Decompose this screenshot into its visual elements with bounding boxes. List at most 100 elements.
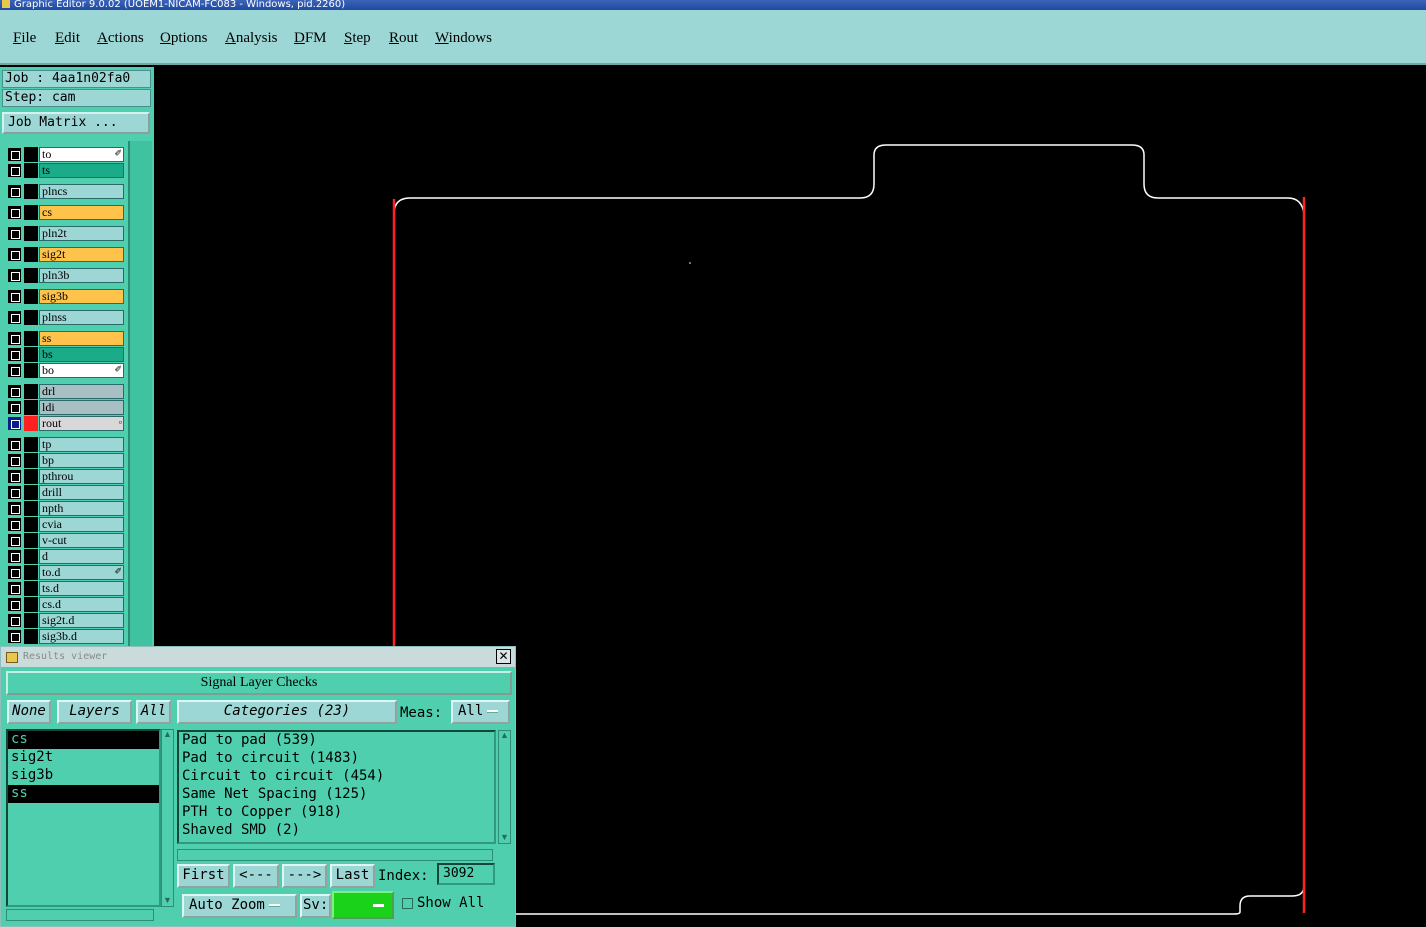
show-all-checkbox[interactable] <box>402 898 413 909</box>
menu-file[interactable]: File <box>13 30 36 47</box>
layer-color-swatch[interactable] <box>24 549 38 564</box>
layer-toggle[interactable] <box>8 417 21 430</box>
layer-name[interactable]: drl <box>39 384 124 399</box>
layer-row-sig3b[interactable]: sig3b <box>5 289 124 304</box>
layer-toggle[interactable] <box>8 227 21 240</box>
layer-toggle[interactable] <box>8 566 21 579</box>
list-item[interactable]: Same Net Spacing (125) <box>179 786 494 804</box>
menu-windows[interactable]: Windows <box>435 30 492 47</box>
layer-toggle[interactable] <box>8 614 21 627</box>
layer-toggle[interactable] <box>8 206 21 219</box>
layer-name[interactable]: cs <box>39 205 124 220</box>
list-item[interactable]: cs <box>8 731 159 749</box>
layer-row-plncs[interactable]: plncs <box>5 184 124 199</box>
layer-row-to.d[interactable]: to.d ✐ <box>5 565 124 580</box>
scroll-up-icon[interactable]: ▲ <box>163 730 172 740</box>
menu-options[interactable]: Options <box>160 30 208 47</box>
layer-toggle[interactable] <box>8 401 21 414</box>
layer-toggle[interactable] <box>8 550 21 563</box>
layer-row-cs[interactable]: cs <box>5 205 124 220</box>
next-button[interactable]: ---> <box>282 864 327 888</box>
layer-color-swatch[interactable] <box>24 437 38 452</box>
layer-row-sig2t[interactable]: sig2t <box>5 247 124 262</box>
layer-toggle[interactable] <box>8 164 21 177</box>
layer-name[interactable]: plnss <box>39 310 124 325</box>
layer-row-pthrou[interactable]: pthrou <box>5 469 124 484</box>
layer-toggle[interactable] <box>8 518 21 531</box>
layers-button[interactable]: Layers <box>57 700 132 724</box>
layer-toggle[interactable] <box>8 470 21 483</box>
layer-color-swatch[interactable] <box>24 163 38 178</box>
job-matrix-button[interactable]: Job Matrix ... <box>2 112 150 134</box>
layer-name[interactable]: pln2t <box>39 226 124 241</box>
layer-row-bo[interactable]: bo ✐ <box>5 363 124 378</box>
layer-color-swatch[interactable] <box>24 184 38 199</box>
layer-toggle[interactable] <box>8 534 21 547</box>
list-item[interactable]: Pad to circuit (1483) <box>179 750 494 768</box>
layer-name[interactable]: to <box>39 147 124 162</box>
layer-color-swatch[interactable] <box>24 268 38 283</box>
layer-color-swatch[interactable] <box>24 289 38 304</box>
layer-toggle[interactable] <box>8 290 21 303</box>
layer-list-scrollbar[interactable] <box>128 141 152 647</box>
layer-color-swatch[interactable] <box>24 416 38 431</box>
layer-color-swatch[interactable] <box>24 533 38 548</box>
layer-row-rout[interactable]: rout ▫ <box>5 416 124 431</box>
prev-button[interactable]: <--- <box>233 864 279 888</box>
layer-row-ts.d[interactable]: ts.d <box>5 581 124 596</box>
layer-name[interactable]: v-cut <box>39 533 124 548</box>
layer-toggle[interactable] <box>8 454 21 467</box>
layer-name[interactable]: sig2t <box>39 247 124 262</box>
layer-row-drl[interactable]: drl <box>5 384 124 399</box>
layer-toggle[interactable] <box>8 332 21 345</box>
layer-color-swatch[interactable] <box>24 581 38 596</box>
list-item[interactable]: Pad to pad (539) <box>179 732 494 750</box>
layer-name[interactable]: tp <box>39 437 124 452</box>
layer-name[interactable]: bs <box>39 347 124 362</box>
layer-row-d[interactable]: d <box>5 549 124 564</box>
layer-row-drill[interactable]: drill <box>5 485 124 500</box>
menu-actions[interactable]: Actions <box>97 30 144 47</box>
layer-color-swatch[interactable] <box>24 363 38 378</box>
layer-toggle[interactable] <box>8 438 21 451</box>
list-item[interactable]: ss <box>8 785 159 803</box>
layer-row-cvia[interactable]: cvia <box>5 517 124 532</box>
layer-color-swatch[interactable] <box>24 453 38 468</box>
layer-color-swatch[interactable] <box>24 501 38 516</box>
close-icon[interactable]: ✕ <box>496 649 511 664</box>
layer-color-swatch[interactable] <box>24 331 38 346</box>
layer-toggle[interactable] <box>8 311 21 324</box>
layer-name[interactable]: bp <box>39 453 124 468</box>
layer-toggle[interactable] <box>8 385 21 398</box>
layer-toggle[interactable] <box>8 269 21 282</box>
scroll-up-icon[interactable]: ▲ <box>500 731 509 741</box>
layer-row-ss[interactable]: ss <box>5 331 124 346</box>
layer-name[interactable]: rout <box>39 416 124 431</box>
categories-vscrollbar[interactable]: ▲ ▼ <box>498 730 511 844</box>
layer-toggle[interactable] <box>8 582 21 595</box>
layer-color-swatch[interactable] <box>24 565 38 580</box>
layer-color-swatch[interactable] <box>24 629 38 644</box>
layer-color-swatch[interactable] <box>24 147 38 162</box>
index-field[interactable]: 3092 <box>437 863 495 885</box>
layer-name[interactable]: ts.d <box>39 581 124 596</box>
layer-row-cs.d[interactable]: cs.d <box>5 597 124 612</box>
layer-row-ldi[interactable]: ldi <box>5 400 124 415</box>
layer-color-swatch[interactable] <box>24 597 38 612</box>
layer-toggle[interactable] <box>8 348 21 361</box>
layer-name[interactable]: ldi <box>39 400 124 415</box>
layer-row-sig2t.d[interactable]: sig2t.d <box>5 613 124 628</box>
layer-toggle[interactable] <box>8 364 21 377</box>
layer-row-bs[interactable]: bs <box>5 347 124 362</box>
layer-list-hscrollbar[interactable] <box>6 909 154 921</box>
layers-none-button[interactable]: None <box>7 700 51 724</box>
layer-toggle[interactable] <box>8 502 21 515</box>
categories-list[interactable]: Pad to pad (539) Pad to circuit (1483) Cir… <box>177 730 496 844</box>
layer-name[interactable]: to.d <box>39 565 124 580</box>
categories-hscrollbar[interactable] <box>177 849 493 861</box>
layer-color-swatch[interactable] <box>24 384 38 399</box>
layer-row-sig3b.d[interactable]: sig3b.d <box>5 629 124 644</box>
sv-color-select[interactable] <box>332 891 394 919</box>
layer-name[interactable]: sig3b <box>39 289 124 304</box>
scroll-down-icon[interactable]: ▼ <box>500 833 509 843</box>
